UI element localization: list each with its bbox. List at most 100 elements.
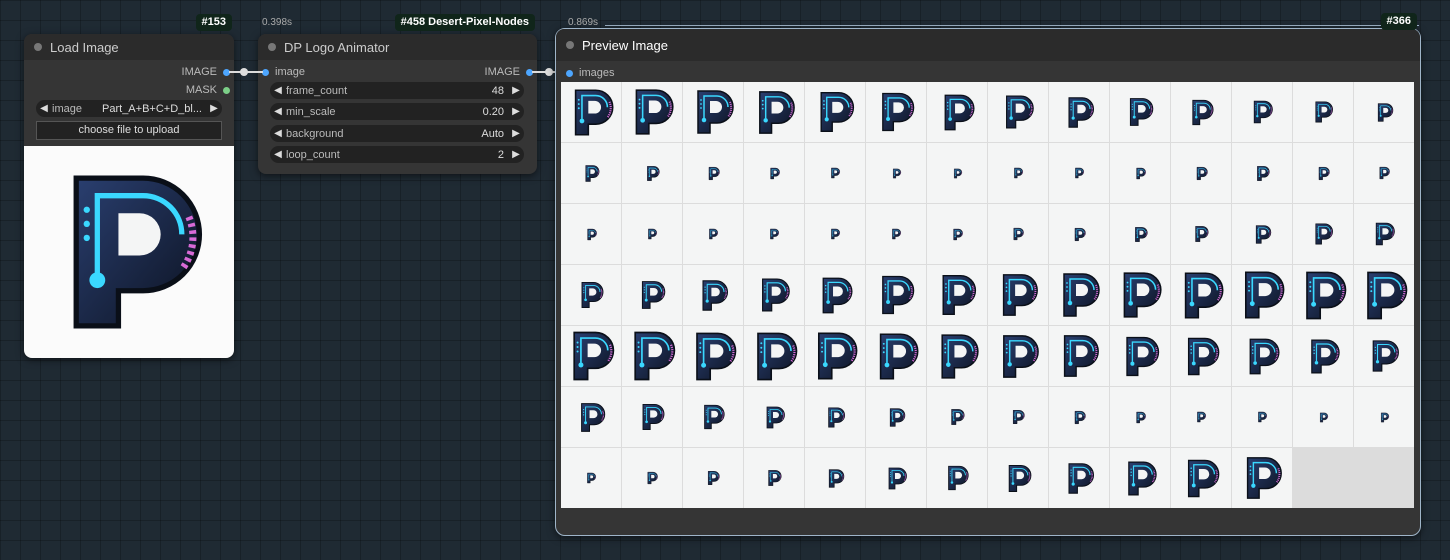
frame-thumbnail[interactable] bbox=[1110, 448, 1170, 508]
frame-thumbnail[interactable] bbox=[1232, 265, 1292, 325]
frame-thumbnail[interactable] bbox=[683, 448, 743, 508]
right-arrow-icon[interactable]: ▶ bbox=[508, 106, 524, 117]
output-slot-image[interactable]: IMAGE bbox=[182, 66, 230, 78]
collapse-dot-icon[interactable] bbox=[566, 41, 574, 49]
right-arrow-icon[interactable]: ▶ bbox=[508, 149, 524, 160]
left-arrow-icon[interactable]: ◀ bbox=[270, 106, 286, 117]
frame-thumbnail[interactable] bbox=[744, 204, 804, 264]
frame-thumbnail[interactable] bbox=[1171, 204, 1231, 264]
right-arrow-icon[interactable]: ▶ bbox=[508, 128, 524, 139]
frame-thumbnail[interactable] bbox=[988, 204, 1048, 264]
frame-thumbnail[interactable] bbox=[622, 387, 682, 447]
frame-thumbnail[interactable] bbox=[1049, 204, 1109, 264]
frame-thumbnail[interactable] bbox=[805, 143, 865, 203]
slot-dot-icon[interactable] bbox=[262, 68, 269, 76]
frame-thumbnail[interactable] bbox=[1110, 143, 1170, 203]
slot-dot-icon[interactable] bbox=[223, 86, 230, 94]
frame-thumbnail[interactable] bbox=[988, 265, 1048, 325]
frame-thumbnail[interactable] bbox=[1293, 265, 1353, 325]
loop-count-widget[interactable]: ◀ loop_count 2 ▶ bbox=[270, 146, 524, 163]
frame-thumbnail[interactable] bbox=[866, 448, 926, 508]
frame-thumbnail[interactable] bbox=[683, 387, 743, 447]
right-arrow-icon[interactable]: ▶ bbox=[508, 85, 524, 96]
frame-thumbnail[interactable] bbox=[1232, 387, 1292, 447]
frame-thumbnail[interactable] bbox=[622, 265, 682, 325]
frame-thumbnail[interactable] bbox=[561, 143, 621, 203]
frame-thumbnail[interactable] bbox=[1293, 82, 1353, 142]
logo-animator-node[interactable]: 0.398s #458 Desert-Pixel-Nodes DP Logo A… bbox=[258, 14, 537, 174]
frame-thumbnail[interactable] bbox=[1354, 326, 1414, 386]
frame-thumbnail[interactable] bbox=[683, 82, 743, 142]
input-slot-image[interactable]: image bbox=[262, 66, 305, 78]
frame-thumbnail[interactable] bbox=[927, 326, 987, 386]
frame-thumbnail[interactable] bbox=[988, 448, 1048, 508]
frame-thumbnail[interactable] bbox=[622, 82, 682, 142]
frame-thumbnail[interactable] bbox=[1049, 143, 1109, 203]
frame-thumbnail[interactable] bbox=[1110, 265, 1170, 325]
frame-thumbnail[interactable] bbox=[744, 387, 804, 447]
frame-thumbnail[interactable] bbox=[622, 204, 682, 264]
frame-thumbnail[interactable] bbox=[1232, 143, 1292, 203]
frame-thumbnail[interactable] bbox=[866, 143, 926, 203]
frame-thumbnail[interactable] bbox=[805, 448, 865, 508]
frame-thumbnail[interactable] bbox=[561, 448, 621, 508]
frame-thumbnail[interactable] bbox=[1049, 265, 1109, 325]
frame-thumbnail[interactable] bbox=[1232, 326, 1292, 386]
frame-thumbnail[interactable] bbox=[1171, 448, 1231, 508]
frame-thumbnail[interactable] bbox=[866, 326, 926, 386]
node-header[interactable]: Load Image bbox=[24, 34, 234, 60]
frame-thumbnail[interactable] bbox=[927, 265, 987, 325]
min-scale-widget[interactable]: ◀ min_scale 0.20 ▶ bbox=[270, 103, 524, 120]
frame-thumbnail[interactable] bbox=[1171, 326, 1231, 386]
image-combo-widget[interactable]: ◀ image Part_A+B+C+D_bl... ▶ bbox=[36, 100, 222, 117]
frame-thumbnail[interactable] bbox=[1354, 387, 1414, 447]
frame-thumbnail[interactable] bbox=[1232, 204, 1292, 264]
link-midpoint-icon[interactable] bbox=[240, 68, 248, 76]
frame-thumbnail[interactable] bbox=[805, 204, 865, 264]
frame-thumbnail[interactable] bbox=[1293, 326, 1353, 386]
frame-thumbnail[interactable] bbox=[683, 326, 743, 386]
frame-thumbnail[interactable] bbox=[1293, 387, 1353, 447]
frame-thumbnail[interactable] bbox=[744, 143, 804, 203]
frame-thumbnail[interactable] bbox=[561, 82, 621, 142]
frame-thumbnail[interactable] bbox=[1354, 204, 1414, 264]
frame-thumbnail[interactable] bbox=[1171, 265, 1231, 325]
link-midpoint-icon[interactable] bbox=[545, 68, 553, 76]
frame-thumbnail[interactable] bbox=[1293, 143, 1353, 203]
frame-thumbnail[interactable] bbox=[561, 204, 621, 264]
frame-thumbnail[interactable] bbox=[866, 204, 926, 264]
output-slot-mask[interactable]: MASK bbox=[186, 84, 230, 96]
frame-thumbnail[interactable] bbox=[805, 265, 865, 325]
frame-thumbnail[interactable] bbox=[561, 326, 621, 386]
frame-thumbnail[interactable] bbox=[1354, 143, 1414, 203]
frame-thumbnail[interactable] bbox=[1232, 448, 1292, 508]
frame-thumbnail[interactable] bbox=[1049, 326, 1109, 386]
frame-thumbnail[interactable] bbox=[805, 82, 865, 142]
frame-thumbnail[interactable] bbox=[622, 326, 682, 386]
preview-image-node[interactable]: 0.869s #366 Preview Image images bbox=[555, 13, 1421, 536]
frame-thumbnail[interactable] bbox=[1171, 82, 1231, 142]
left-arrow-icon[interactable]: ◀ bbox=[270, 149, 286, 160]
frame-thumbnail[interactable] bbox=[988, 326, 1048, 386]
input-slot-images[interactable]: images bbox=[566, 67, 614, 79]
frame-thumbnail[interactable] bbox=[988, 387, 1048, 447]
frame-thumbnail[interactable] bbox=[927, 387, 987, 447]
frame-thumbnail[interactable] bbox=[561, 387, 621, 447]
frame-thumbnail[interactable] bbox=[927, 82, 987, 142]
frame-thumbnail[interactable] bbox=[744, 265, 804, 325]
left-arrow-icon[interactable]: ◀ bbox=[36, 103, 52, 114]
frame-thumbnail[interactable] bbox=[866, 387, 926, 447]
frame-thumbnail[interactable] bbox=[805, 326, 865, 386]
frame-thumbnail[interactable] bbox=[683, 204, 743, 264]
frame-thumbnail[interactable] bbox=[866, 265, 926, 325]
frame-thumbnail[interactable] bbox=[1354, 265, 1414, 325]
frame-thumbnail[interactable] bbox=[1049, 82, 1109, 142]
frame-thumbnail[interactable] bbox=[1232, 82, 1292, 142]
frame-thumbnail[interactable] bbox=[744, 326, 804, 386]
collapse-dot-icon[interactable] bbox=[34, 43, 42, 51]
frame-thumbnail[interactable] bbox=[1171, 143, 1231, 203]
node-header[interactable]: DP Logo Animator bbox=[258, 34, 537, 60]
frame-thumbnail[interactable] bbox=[1354, 82, 1414, 142]
frame-thumbnail[interactable] bbox=[1049, 448, 1109, 508]
frame-thumbnail[interactable] bbox=[1110, 204, 1170, 264]
